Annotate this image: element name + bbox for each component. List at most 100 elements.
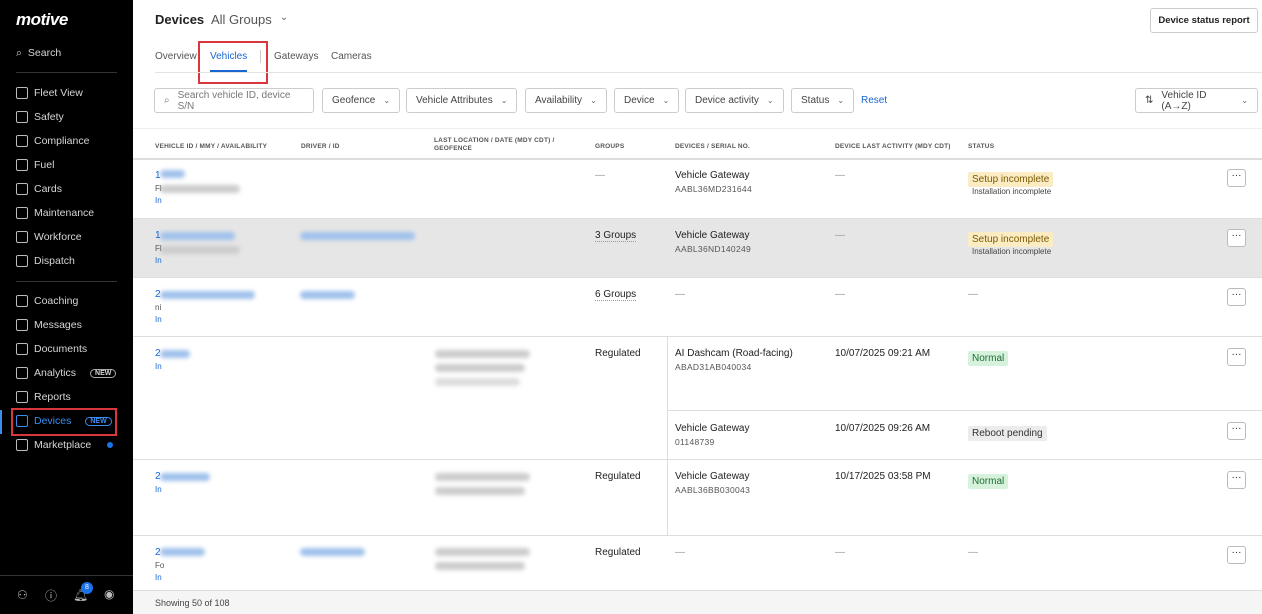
vehicle-id-link[interactable]: 2 bbox=[155, 289, 161, 300]
sidebar-item-reports[interactable]: Reports bbox=[16, 389, 71, 405]
help-icon[interactable]: ⓘ bbox=[45, 587, 57, 604]
serial-number: AABL36BB030043 bbox=[675, 485, 751, 495]
label: Maintenance bbox=[34, 207, 95, 219]
sidebar-item-messages[interactable]: Messages bbox=[16, 317, 82, 333]
availability-filter[interactable]: Availability ⌄ bbox=[525, 88, 607, 113]
motive-logo: motive bbox=[16, 10, 68, 29]
chevron-down-icon: ⌄ bbox=[766, 96, 774, 105]
label: Compliance bbox=[34, 135, 90, 147]
messages-icon bbox=[16, 319, 28, 331]
sidebar-item-fuel[interactable]: Fuel bbox=[16, 157, 54, 173]
group-label: All Groups bbox=[211, 12, 272, 27]
more-actions-button[interactable]: ··· bbox=[1227, 546, 1246, 564]
serial-number: ABAD31AB040034 bbox=[675, 362, 752, 372]
status: — bbox=[968, 289, 978, 300]
card-icon bbox=[16, 183, 28, 195]
vehicle-availability: In bbox=[155, 485, 162, 494]
sidebar-item-analytics[interactable]: Analytics NEW bbox=[16, 365, 117, 381]
chevron-down-icon: ⌄ bbox=[383, 96, 391, 105]
col-activity: DEVICE LAST ACTIVITY (MDY CDT) bbox=[835, 143, 951, 150]
more-actions-button[interactable]: ··· bbox=[1227, 288, 1246, 306]
tab-overview[interactable]: Overview bbox=[155, 51, 197, 62]
vehicle-id-link[interactable]: 1 bbox=[155, 170, 161, 181]
compliance-icon bbox=[16, 135, 28, 147]
label: Analytics bbox=[34, 367, 77, 379]
device-status-report-button[interactable]: Device status report bbox=[1150, 8, 1258, 33]
more-actions-button[interactable]: ··· bbox=[1227, 422, 1246, 440]
vehicle-mmy: Fl bbox=[155, 244, 162, 253]
sort-dropdown[interactable]: ⇅ Vehicle ID (A→Z) ⌄ bbox=[1135, 88, 1258, 113]
pagination-summary: Showing 50 of 108 bbox=[155, 598, 230, 608]
user-settings-icon[interactable]: ⚇ bbox=[17, 588, 28, 602]
reset-link[interactable]: Reset bbox=[861, 95, 887, 106]
vehicle-id-link[interactable]: 1 bbox=[155, 230, 161, 241]
group-selector[interactable]: All Groups ⌄ bbox=[211, 12, 288, 27]
sidebar-search[interactable]: ⌕ Search bbox=[16, 45, 61, 61]
bag-icon bbox=[16, 439, 28, 451]
groups: — bbox=[595, 170, 605, 181]
fuel-icon bbox=[16, 159, 28, 171]
tab-cameras[interactable]: Cameras bbox=[331, 51, 372, 62]
vehicle-attributes-filter[interactable]: Vehicle Attributes ⌄ bbox=[406, 88, 518, 113]
last-activity: — bbox=[835, 289, 845, 300]
sidebar: motive ⌕ Search Fleet View Safety Complia… bbox=[0, 0, 133, 614]
last-activity: — bbox=[835, 170, 845, 181]
more-actions-button[interactable]: ··· bbox=[1227, 229, 1246, 247]
sidebar-item-documents[interactable]: Documents bbox=[16, 341, 87, 357]
sidebar-item-workforce[interactable]: Workforce bbox=[16, 229, 82, 245]
vehicle-id-link[interactable]: 2 bbox=[155, 547, 161, 558]
label: Geofence bbox=[332, 95, 376, 106]
table-footer: Showing 50 of 108 bbox=[133, 590, 1262, 614]
label: Device activity bbox=[695, 95, 759, 106]
vehicle-id-link[interactable]: 2 bbox=[155, 471, 161, 482]
groups-link[interactable]: 3 Groups bbox=[595, 230, 637, 242]
col-driver: DRIVER / ID bbox=[301, 143, 340, 150]
label: Status bbox=[801, 95, 830, 106]
sidebar-item-compliance[interactable]: Compliance bbox=[16, 133, 89, 149]
sidebar-item-marketplace[interactable]: Marketplace bbox=[16, 437, 114, 453]
sidebar-item-maintenance[interactable]: Maintenance bbox=[16, 205, 94, 221]
label: Availability bbox=[535, 95, 583, 106]
person-icon bbox=[16, 231, 28, 243]
chevron-down-icon: ⌄ bbox=[837, 96, 845, 105]
sidebar-item-fleet-view[interactable]: Fleet View bbox=[16, 85, 83, 101]
more-actions-button[interactable]: ··· bbox=[1227, 169, 1246, 187]
account-icon[interactable]: ◉ bbox=[104, 587, 114, 601]
label: Coaching bbox=[34, 295, 79, 307]
sidebar-item-cards[interactable]: Cards bbox=[16, 181, 62, 197]
last-activity: 10/07/2025 09:21 AM bbox=[835, 348, 931, 359]
device-activity-filter[interactable]: Device activity ⌄ bbox=[685, 88, 784, 113]
page-title: Devices bbox=[155, 12, 205, 27]
reports-icon bbox=[16, 391, 28, 403]
device-name: Vehicle Gateway bbox=[675, 170, 750, 181]
label: Dispatch bbox=[34, 255, 75, 267]
sidebar-item-coaching[interactable]: Coaching bbox=[16, 293, 78, 309]
last-activity: 10/07/2025 09:26 AM bbox=[835, 423, 931, 434]
vehicle-availability: In bbox=[155, 362, 162, 371]
geofence-filter[interactable]: Geofence ⌄ bbox=[322, 88, 401, 113]
serial-number: 01148739 bbox=[675, 437, 715, 447]
label: Fuel bbox=[34, 159, 55, 171]
groups: Regulated bbox=[595, 547, 641, 558]
groups-link[interactable]: 6 Groups bbox=[595, 289, 637, 301]
chevron-down-icon: ⌄ bbox=[279, 12, 289, 23]
tab-gateways[interactable]: Gateways bbox=[274, 51, 318, 62]
status: — bbox=[968, 547, 978, 558]
sidebar-item-safety[interactable]: Safety bbox=[16, 109, 64, 125]
more-actions-button[interactable]: ··· bbox=[1227, 471, 1246, 489]
vehicle-availability: In bbox=[155, 196, 162, 205]
search-input[interactable]: ⌕ Search vehicle ID, device S/N bbox=[154, 88, 314, 113]
last-activity: — bbox=[835, 547, 845, 558]
serial-number: AABL36ND140249 bbox=[675, 244, 752, 254]
more-actions-button[interactable]: ··· bbox=[1227, 348, 1246, 366]
sidebar-item-dispatch[interactable]: Dispatch bbox=[16, 253, 75, 269]
device-name: AI Dashcam (Road-facing) bbox=[675, 348, 793, 359]
status-filter[interactable]: Status ⌄ bbox=[791, 88, 855, 113]
vehicle-id-link[interactable]: 2 bbox=[155, 348, 161, 359]
device-filter[interactable]: Device ⌄ bbox=[614, 88, 680, 113]
label: Device bbox=[624, 95, 655, 106]
chevron-down-icon: ⌄ bbox=[590, 96, 597, 105]
device-name: Vehicle Gateway bbox=[675, 423, 750, 434]
vehicle-availability: In bbox=[155, 256, 162, 265]
vehicle-mmy: ni bbox=[155, 303, 162, 312]
